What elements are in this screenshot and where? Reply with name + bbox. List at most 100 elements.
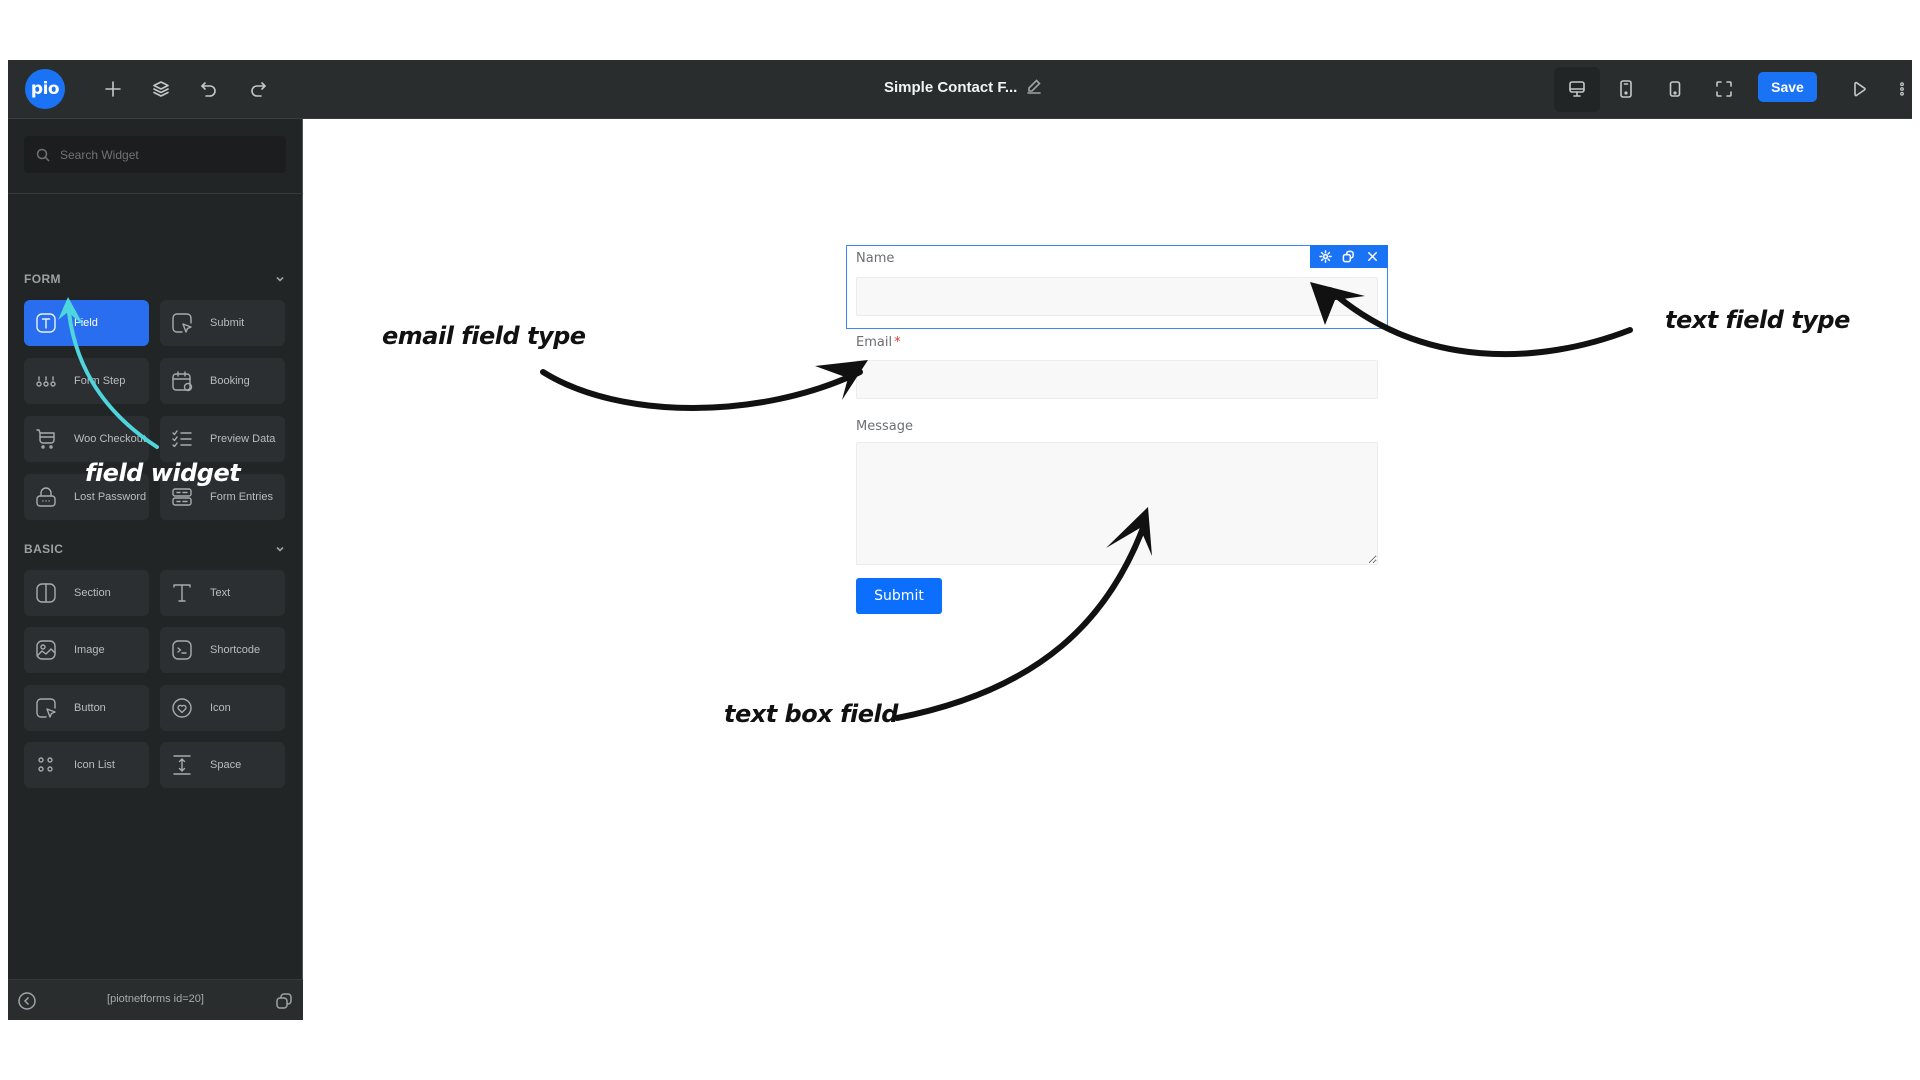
cart-icon — [34, 427, 58, 451]
field-toolbar — [1310, 245, 1388, 268]
widget-label: Woo Checkout — [74, 433, 146, 445]
email-label: Email * — [856, 335, 901, 350]
widget-text[interactable]: Text — [160, 570, 285, 616]
tablet-icon — [1620, 80, 1632, 98]
widget-form-step[interactable]: Form Step — [24, 358, 149, 404]
widget-label: Form Entries — [210, 491, 273, 503]
tablet-view-button[interactable] — [1612, 75, 1640, 103]
delete-field-button[interactable] — [1364, 249, 1380, 265]
widget-image[interactable]: Image — [24, 627, 149, 673]
space-icon — [170, 753, 194, 777]
widget-label: Section — [74, 587, 111, 599]
fullscreen-button[interactable] — [1710, 75, 1738, 103]
search-widget-box — [24, 136, 286, 173]
checklist-icon — [170, 427, 194, 451]
widget-label: Booking — [210, 375, 250, 387]
section-header-form[interactable]: FORM — [24, 271, 286, 287]
copy-shortcode-button[interactable] — [275, 992, 295, 1012]
image-icon — [34, 638, 58, 662]
mobile-view-button[interactable] — [1661, 75, 1689, 103]
search-icon — [36, 148, 50, 162]
lock-icon — [34, 485, 58, 509]
section-title: FORM — [24, 272, 61, 286]
required-marker: * — [894, 335, 901, 350]
sidebar-footer: [piotnetforms id=20] — [8, 979, 303, 1020]
preview-button[interactable] — [1845, 75, 1873, 103]
widget-label: Shortcode — [210, 644, 261, 656]
message-textarea[interactable] — [856, 442, 1378, 565]
duplicate-icon — [1343, 250, 1355, 263]
name-label: Name — [856, 251, 895, 266]
text-field-icon — [34, 311, 58, 335]
steps-icon — [34, 369, 58, 393]
redo-icon — [251, 82, 266, 97]
top-toolbar: pio Simple Contact F... Save — [8, 60, 1912, 119]
layers-button[interactable] — [147, 75, 175, 103]
email-label-text: Email — [856, 335, 893, 350]
annotation-text-field-type: text field type — [1665, 306, 1850, 334]
widget-sidebar: FORM Field Submit Form Step Booking Woo … — [8, 119, 303, 1020]
widget-label: Icon — [210, 702, 231, 714]
preview-play-icon — [1854, 81, 1866, 97]
edit-icon — [1027, 79, 1041, 94]
layers-icon — [153, 81, 169, 97]
desktop-view-button[interactable] — [1563, 75, 1591, 103]
desktop-icon — [1569, 81, 1585, 97]
annotation-text-box-field: text box field — [724, 700, 898, 728]
edit-title-button[interactable] — [1026, 78, 1046, 98]
duplicate-field-button[interactable] — [1341, 249, 1357, 265]
add-button[interactable] — [99, 75, 127, 103]
icon-list-icon — [34, 753, 58, 777]
entries-icon — [170, 485, 194, 509]
undo-button[interactable] — [195, 75, 223, 103]
widget-label: Image — [74, 644, 105, 656]
submit-icon — [170, 311, 194, 335]
widget-icon-list[interactable]: Icon List — [24, 742, 149, 788]
redo-button[interactable] — [244, 75, 272, 103]
widget-label: Button — [74, 702, 106, 714]
section-icon — [34, 581, 58, 605]
section-title: BASIC — [24, 542, 64, 556]
widget-space[interactable]: Space — [160, 742, 285, 788]
widget-label: Icon List — [74, 759, 115, 771]
section-header-basic[interactable]: BASIC — [24, 541, 286, 557]
widget-shortcode[interactable]: Shortcode — [160, 627, 285, 673]
chevron-down-icon — [276, 276, 284, 282]
form-submit-button[interactable]: Submit — [856, 578, 942, 614]
divider — [8, 193, 303, 194]
widget-label: Space — [210, 759, 242, 771]
field-settings-button[interactable] — [1318, 249, 1334, 265]
widget-label: Submit — [210, 317, 245, 329]
widget-field[interactable]: Field — [24, 300, 149, 346]
search-widget-input[interactable] — [60, 147, 280, 162]
button-icon — [34, 696, 58, 720]
undo-icon — [201, 82, 216, 97]
email-input[interactable] — [856, 360, 1378, 399]
save-button[interactable]: Save — [1758, 72, 1817, 102]
widget-button[interactable]: Button — [24, 685, 149, 731]
close-icon — [1367, 252, 1377, 261]
more-options-button[interactable] — [1894, 75, 1910, 103]
widget-label: Field — [74, 317, 98, 329]
shortcode-icon — [170, 638, 194, 662]
chevron-down-icon — [276, 546, 284, 552]
widget-preview-data[interactable]: Preview Data — [160, 416, 285, 462]
widget-woo-checkout[interactable]: Woo Checkout — [24, 416, 149, 462]
widget-booking[interactable]: Booking — [160, 358, 285, 404]
widget-label: Lost Password — [74, 491, 147, 503]
heart-icon — [170, 696, 194, 720]
form-shortcode: [piotnetforms id=20] — [107, 993, 204, 1005]
message-label: Message — [856, 419, 913, 434]
more-vertical-icon — [1900, 82, 1904, 96]
text-icon — [170, 581, 194, 605]
widget-submit[interactable]: Submit — [160, 300, 285, 346]
plus-icon — [105, 81, 121, 97]
widget-icon[interactable]: Icon — [160, 685, 285, 731]
name-input[interactable] — [856, 277, 1378, 316]
widget-section[interactable]: Section — [24, 570, 149, 616]
annotation-email-field-type: email field type — [382, 322, 586, 350]
calendar-icon — [170, 369, 194, 393]
widget-label: Text — [210, 587, 231, 599]
pio-logo[interactable]: pio — [25, 69, 65, 109]
widget-label: Preview Data — [210, 433, 276, 445]
